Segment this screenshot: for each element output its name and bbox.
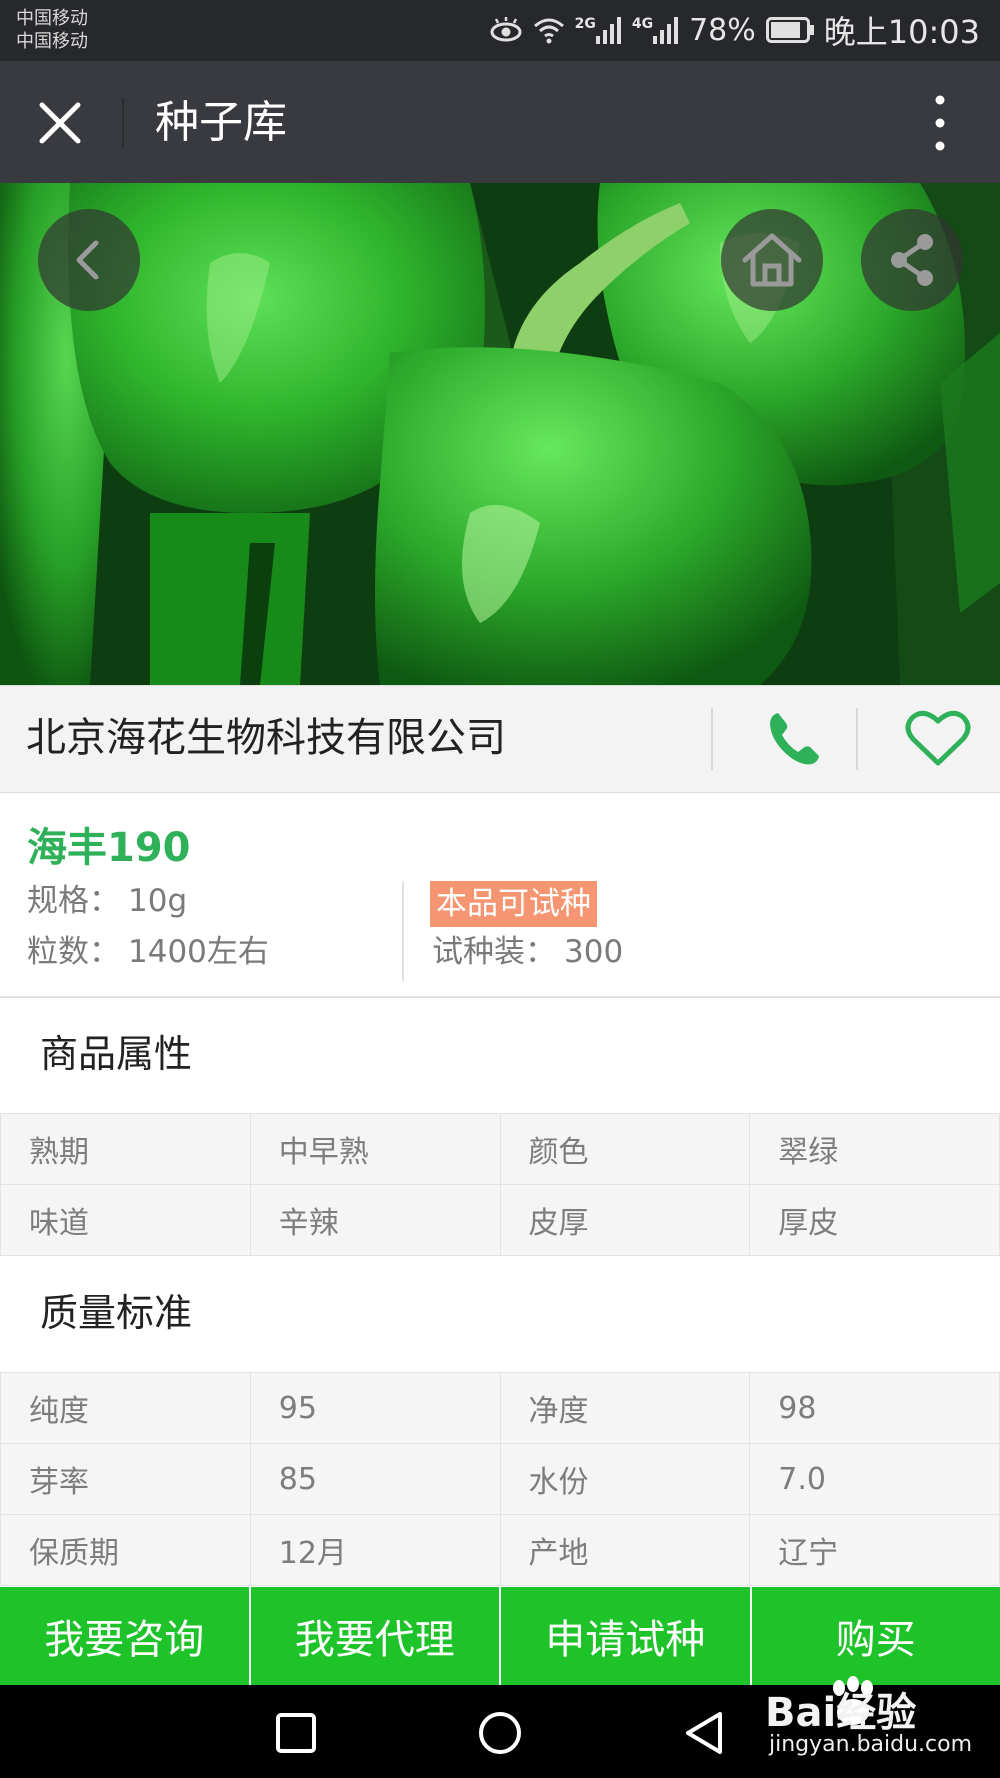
favorite-button[interactable] [898, 706, 978, 772]
divider [856, 708, 858, 770]
table-row: 纯度 95 净度 98 [0, 1372, 1000, 1444]
quality-value: 85 [249, 1443, 501, 1515]
back-button[interactable] [38, 209, 140, 311]
call-button[interactable] [754, 706, 834, 772]
seed-count-label: 粒数： [27, 934, 120, 970]
circle-icon [479, 1712, 521, 1754]
quality-value: 12月 [249, 1514, 501, 1586]
carrier-info: 中国移动 中国移动 [16, 7, 88, 53]
signal-bars-icon [595, 17, 621, 44]
spec-row: 规格： 10g [27, 881, 187, 921]
green-pepper-photo [0, 183, 1000, 685]
back-nav-button[interactable] [672, 1701, 736, 1765]
table-row: 保质期 12月 产地 辽宁 [0, 1514, 1000, 1586]
close-button[interactable] [30, 93, 90, 153]
seed-count-value: 1400左右 [128, 934, 269, 970]
more-menu-button[interactable] [920, 91, 960, 155]
quality-value: 7.0 [749, 1443, 1000, 1515]
quality-title: 质量标准 [40, 1291, 193, 1335]
square-icon [276, 1713, 316, 1753]
quality-label: 产地 [499, 1514, 751, 1586]
trial-pack-value: 300 [564, 934, 624, 970]
quality-value: 98 [749, 1372, 1000, 1444]
watermark: Bai经验 jingyan.baidu.com [765, 1670, 972, 1770]
quality-table: 纯度 95 净度 98 芽率 85 水份 7.0 保质期 12月 产地 辽宁 [0, 1372, 1000, 1586]
quality-label: 纯度 [0, 1372, 251, 1444]
spec-label: 规格： [27, 883, 120, 919]
table-row: 芽率 85 水份 7.0 [0, 1443, 1000, 1515]
product-image [0, 183, 1000, 685]
table-row: 味道 辛辣 皮厚 厚皮 [0, 1184, 1000, 1256]
wifi-icon [533, 18, 564, 44]
page-title: 种子库 [155, 97, 287, 148]
attr-label: 熟期 [0, 1113, 251, 1185]
chevron-left-icon [76, 240, 99, 280]
watermark-logo: Bai经验 [765, 1690, 917, 1736]
title-divider [122, 98, 124, 148]
agent-button[interactable]: 我要代理 [248, 1587, 500, 1685]
battery-percent: 78% [689, 12, 756, 48]
product-name: 海丰190 [27, 825, 191, 871]
signal-2g: 2G [575, 16, 622, 44]
heart-icon [905, 710, 971, 766]
quality-label: 保质期 [0, 1514, 251, 1586]
more-vertical-icon [935, 95, 945, 151]
recents-button[interactable] [264, 1701, 328, 1765]
phone-icon [770, 713, 819, 765]
company-bar: 北京海花生物科技有限公司 [0, 685, 1000, 794]
attr-label: 皮厚 [499, 1184, 751, 1256]
home-button[interactable] [721, 209, 823, 311]
eye-icon [490, 17, 522, 42]
attr-label: 味道 [0, 1184, 251, 1256]
consult-button[interactable]: 我要咨询 [0, 1587, 249, 1685]
attributes-title: 商品属性 [40, 1032, 193, 1076]
signal-bars-icon [653, 17, 679, 44]
status-bar: 中国移动 中国移动 2G 4G 78% 晚上10:03 [0, 0, 1000, 61]
share-icon [891, 234, 933, 286]
clock: 晚上10:03 [823, 13, 980, 51]
apply-trial-button[interactable]: 申请试种 [499, 1587, 750, 1685]
quality-label: 净度 [499, 1372, 751, 1444]
carrier-2: 中国移动 [16, 31, 88, 52]
share-button[interactable] [861, 209, 963, 311]
trial-badge: 本品可试种 [430, 881, 597, 927]
carrier-1: 中国移动 [16, 8, 88, 29]
title-bar: 种子库 [0, 61, 1000, 183]
product-info: 海丰190 规格： 10g 粒数： 1400左右 本品可试种 试种装： 300 [0, 793, 1000, 998]
home-icon [742, 233, 802, 287]
attr-label: 颜色 [499, 1113, 751, 1185]
attr-value: 中早熟 [249, 1113, 501, 1185]
trial-pack-row: 试种装： 300 [432, 932, 623, 972]
company-name: 北京海花生物科技有限公司 [26, 715, 506, 761]
attr-value: 厚皮 [749, 1184, 1000, 1256]
attributes-table: 熟期 中早熟 颜色 翠绿 味道 辛辣 皮厚 厚皮 [0, 1113, 1000, 1256]
home-nav-button[interactable] [468, 1701, 532, 1765]
battery-icon [765, 17, 814, 43]
divider [402, 881, 404, 981]
triangle-back-icon [686, 1712, 722, 1754]
quality-value: 辽宁 [749, 1514, 1000, 1586]
spec-value: 10g [128, 883, 188, 919]
watermark-url: jingyan.baidu.com [769, 1732, 973, 1757]
divider [711, 708, 713, 770]
status-icons: 2G 4G 78% 晚上10:03 [489, 8, 980, 52]
quality-label: 芽率 [0, 1443, 251, 1515]
attr-value: 辛辣 [249, 1184, 501, 1256]
trial-pack-label: 试种装： [432, 934, 556, 970]
attr-value: 翠绿 [749, 1113, 1000, 1185]
seed-count-row: 粒数： 1400左右 [27, 932, 269, 972]
quality-value: 95 [249, 1372, 501, 1444]
close-icon [39, 102, 81, 144]
table-row: 熟期 中早熟 颜色 翠绿 [0, 1113, 1000, 1185]
quality-label: 水份 [499, 1443, 751, 1515]
signal-4g: 4G [632, 16, 679, 44]
